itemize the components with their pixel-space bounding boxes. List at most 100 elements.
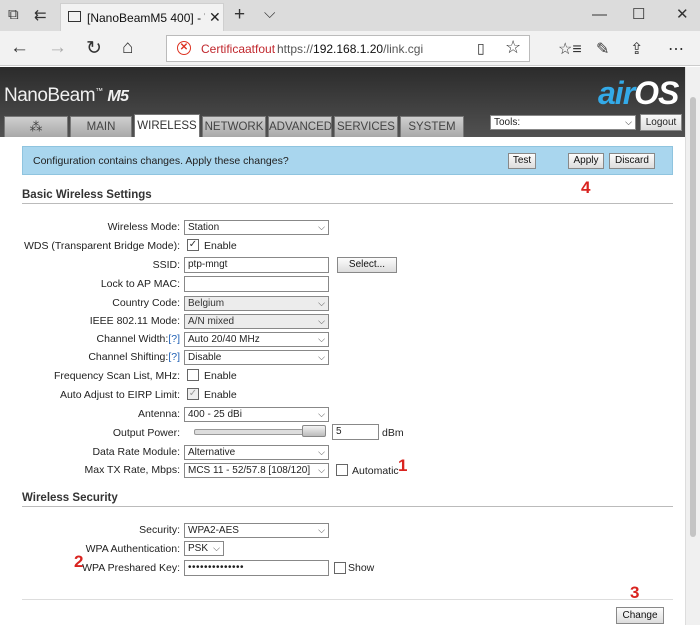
output-power-slider-handle[interactable] bbox=[302, 425, 326, 437]
max-tx-rate-label: Max TX Rate, Mbps: bbox=[84, 464, 180, 476]
lock-ap-mac-input[interactable] bbox=[184, 276, 329, 292]
page-scrollbar[interactable] bbox=[685, 67, 700, 625]
reading-view-icon[interactable]: ▯ bbox=[477, 40, 485, 57]
channel-width-select[interactable]: Auto 20/40 MHz ⌵ bbox=[184, 332, 329, 347]
tab-wireless[interactable]: WIRELESS bbox=[134, 114, 200, 138]
browser-tab-bar: ⧉ ⇇ [NanoBeamM5 400] - W ✕ + ⌵ — ☐ ✕ bbox=[0, 0, 700, 31]
address-bar[interactable]: ✕ Certificaatfout https://192.168.1.20/l… bbox=[166, 35, 530, 62]
channel-shifting-help-link[interactable]: [?] bbox=[168, 351, 180, 363]
tab-services[interactable]: SERVICES bbox=[334, 116, 398, 137]
country-code-value: Belgium bbox=[188, 298, 225, 309]
divider bbox=[22, 203, 673, 204]
set-aside-tabs-icon[interactable]: ⇇ bbox=[34, 6, 47, 24]
tab-advanced[interactable]: ADVANCED bbox=[268, 116, 332, 137]
forward-icon[interactable]: → bbox=[48, 37, 67, 59]
wireless-mode-label: Wireless Mode: bbox=[107, 221, 180, 233]
eirp-limit-enable-label: Enable bbox=[204, 389, 237, 401]
favorites-hub-icon[interactable]: ☆≡ bbox=[558, 39, 582, 59]
chevron-down-icon: ⌵ bbox=[318, 447, 325, 457]
show-key-checkbox[interactable] bbox=[334, 562, 346, 574]
data-rate-module-select[interactable]: Alternative ⌵ bbox=[184, 445, 329, 460]
url-host: 192.168.1.20 bbox=[313, 42, 384, 56]
chevron-down-icon: ⌵ bbox=[318, 298, 325, 308]
certificate-error-icon[interactable]: ✕ bbox=[177, 41, 191, 55]
url-path: /link.cgi bbox=[383, 42, 424, 56]
wpa-authentication-select[interactable]: PSK ⌵ bbox=[184, 541, 224, 556]
favorite-star-icon[interactable]: ☆ bbox=[505, 37, 521, 58]
wds-checkbox[interactable]: ✓ bbox=[187, 239, 199, 251]
certificate-error-label[interactable]: Certificaatfout bbox=[201, 42, 275, 56]
airos-logo: airOS bbox=[598, 75, 679, 112]
logout-button[interactable]: Logout bbox=[640, 114, 682, 131]
channel-shifting-text: Channel Shifting: bbox=[88, 351, 169, 363]
data-rate-module-label: Data Rate Module: bbox=[92, 446, 180, 458]
lock-ap-mac-label: Lock to AP MAC: bbox=[100, 278, 180, 290]
wireless-mode-select[interactable]: Station ⌵ bbox=[184, 220, 329, 235]
close-window-icon[interactable]: ✕ bbox=[676, 5, 689, 23]
tab-main[interactable]: MAIN bbox=[70, 116, 132, 137]
frequency-scan-checkbox[interactable] bbox=[187, 369, 199, 381]
share-icon[interactable]: ⇪ bbox=[630, 39, 643, 59]
chevron-down-icon: ⌵ bbox=[318, 334, 325, 344]
scrollbar-thumb[interactable] bbox=[690, 97, 696, 537]
minimize-icon[interactable]: — bbox=[592, 6, 607, 23]
basic-wireless-title: Basic Wireless Settings bbox=[22, 189, 152, 201]
tools-select[interactable]: Tools: ⌵ bbox=[490, 115, 636, 130]
output-power-input[interactable]: 5 bbox=[332, 424, 379, 440]
chevron-down-icon: ⌵ bbox=[318, 525, 325, 535]
test-button[interactable]: Test bbox=[508, 153, 536, 169]
chevron-down-icon: ⌵ bbox=[318, 352, 325, 362]
country-code-label: Country Code: bbox=[112, 297, 180, 309]
antenna-select[interactable]: 400 - 25 dBi ⌵ bbox=[184, 407, 329, 422]
automatic-rate-checkbox[interactable] bbox=[336, 464, 348, 476]
browser-tab[interactable]: [NanoBeamM5 400] - W ✕ bbox=[60, 3, 224, 31]
brand-model: M5 bbox=[107, 88, 129, 105]
logo-air: air bbox=[598, 75, 635, 111]
tab-network[interactable]: NETWORK bbox=[202, 116, 266, 137]
more-menu-icon[interactable]: ⋯ bbox=[668, 39, 684, 59]
max-tx-rate-select[interactable]: MCS 11 - 52/57.8 [108/120] ⌵ bbox=[184, 463, 329, 478]
change-button[interactable]: Change bbox=[616, 607, 664, 624]
wds-label: WDS (Transparent Bridge Mode): bbox=[24, 240, 180, 252]
output-power-slider[interactable] bbox=[194, 429, 318, 435]
country-code-select[interactable]: Belgium ⌵ bbox=[184, 296, 329, 311]
refresh-icon[interactable]: ↻ bbox=[86, 37, 102, 60]
select-ssid-button[interactable]: Select... bbox=[337, 257, 397, 273]
device-brand: NanoBeam™ M5 bbox=[4, 85, 129, 106]
airos-header: NanoBeam™ M5 airOS ⁂ MAIN WIRELESS NETWO… bbox=[0, 67, 685, 138]
security-label: Security: bbox=[139, 524, 180, 536]
eirp-limit-checkbox[interactable]: ✓ bbox=[187, 388, 199, 400]
ssid-input[interactable]: ptp-mngt bbox=[184, 257, 329, 273]
antenna-label: Antenna: bbox=[137, 408, 180, 420]
wpa-authentication-value: PSK bbox=[188, 543, 209, 554]
tab-ubnt-logo[interactable]: ⁂ bbox=[4, 116, 68, 137]
annotation-3: 3 bbox=[630, 583, 640, 602]
url-scheme: https:// bbox=[277, 42, 314, 56]
frequency-scan-enable-label: Enable bbox=[204, 370, 237, 382]
tab-actions-icon[interactable]: ⧉ bbox=[8, 6, 19, 23]
ieee-mode-select[interactable]: A/N mixed ⌵ bbox=[184, 314, 329, 329]
back-icon[interactable]: ← bbox=[10, 37, 29, 59]
channel-shifting-select[interactable]: Disable ⌵ bbox=[184, 350, 329, 365]
wireless-content: Configuration contains changes. Apply th… bbox=[10, 137, 674, 625]
chevron-down-icon: ⌵ bbox=[318, 222, 325, 232]
web-note-pen-icon[interactable]: ✎ bbox=[596, 39, 609, 59]
wireless-mode-value: Station bbox=[188, 222, 220, 233]
channel-shifting-label: Channel Shifting:[?] bbox=[88, 351, 180, 363]
close-tab-icon[interactable]: ✕ bbox=[209, 9, 221, 26]
tab-system[interactable]: SYSTEM bbox=[400, 116, 464, 137]
new-tab-icon[interactable]: + bbox=[234, 4, 245, 26]
wireless-security-title: Wireless Security bbox=[22, 492, 118, 504]
ubiquiti-logo-icon: ⁂ bbox=[29, 119, 43, 134]
eirp-limit-label: Auto Adjust to EIRP Limit: bbox=[59, 389, 180, 401]
discard-button[interactable]: Discard bbox=[609, 153, 655, 169]
security-select[interactable]: WPA2-AES ⌵ bbox=[184, 523, 329, 538]
channel-width-value: Auto 20/40 MHz bbox=[188, 334, 260, 345]
ssid-label: SSID: bbox=[152, 259, 180, 271]
apply-button[interactable]: Apply bbox=[568, 153, 604, 169]
wpa-preshared-key-input[interactable]: •••••••••••••• bbox=[184, 560, 329, 576]
home-icon[interactable]: ⌂ bbox=[122, 37, 133, 59]
channel-width-help-link[interactable]: [?] bbox=[168, 333, 180, 345]
tab-list-chevron-icon[interactable]: ⌵ bbox=[264, 5, 275, 22]
maximize-icon[interactable]: ☐ bbox=[632, 5, 645, 23]
